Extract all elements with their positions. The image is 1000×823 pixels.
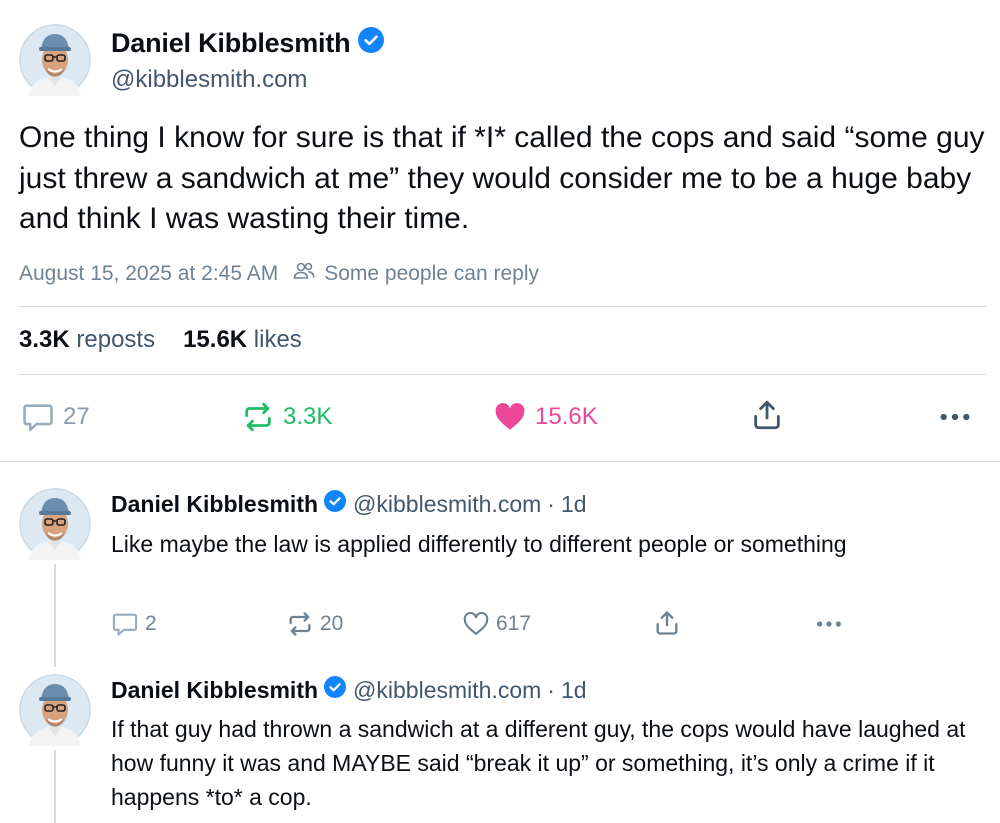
separator: · bbox=[547, 676, 555, 703]
author-handle[interactable]: @kibblesmith.com bbox=[353, 491, 541, 518]
like-count: 15.6K bbox=[535, 403, 598, 430]
likes-label: likes bbox=[253, 326, 302, 353]
repost-count: 20 bbox=[320, 612, 344, 635]
author-name[interactable]: Daniel Kibblesmith bbox=[111, 677, 318, 704]
like-button[interactable]: 617 bbox=[462, 610, 531, 638]
divider bbox=[19, 374, 986, 375]
likes-count-link[interactable]: 15.6K likes bbox=[183, 326, 302, 354]
divider bbox=[19, 306, 986, 307]
repost-count: 3.3K bbox=[283, 403, 333, 430]
reply-header: Daniel Kibblesmith @kibblesmith.com · 1d bbox=[111, 676, 587, 704]
thread-line bbox=[54, 564, 56, 667]
post-meta: August 15, 2025 at 2:45 AM Some people c… bbox=[19, 259, 539, 289]
heart-icon bbox=[493, 400, 527, 434]
like-count: 617 bbox=[496, 612, 532, 635]
repost-button[interactable]: 3.3K bbox=[241, 400, 332, 434]
section-divider bbox=[0, 461, 1000, 462]
post-text: One thing I know for sure is that if *I*… bbox=[19, 121, 985, 235]
comment-icon bbox=[21, 400, 55, 434]
reply-header: Daniel Kibblesmith @kibblesmith.com · 1d bbox=[111, 490, 587, 518]
repost-button[interactable]: 20 bbox=[286, 610, 343, 638]
avatar[interactable] bbox=[19, 488, 91, 560]
more-options-button[interactable] bbox=[815, 610, 849, 638]
share-button[interactable] bbox=[653, 609, 687, 637]
thread-line bbox=[54, 750, 56, 823]
share-button[interactable] bbox=[750, 398, 792, 432]
likes-count: 15.6K bbox=[183, 326, 248, 353]
share-icon bbox=[653, 609, 681, 637]
verified-badge-icon[interactable] bbox=[358, 27, 384, 60]
author-name-row: Daniel Kibblesmith bbox=[111, 27, 384, 60]
author-handle[interactable]: @kibblesmith.com bbox=[111, 66, 307, 94]
like-button[interactable]: 15.6K bbox=[493, 400, 598, 434]
repost-icon bbox=[286, 610, 314, 638]
post-text: If that guy had thrown a sandwich at a d… bbox=[111, 716, 966, 810]
reply-count: 27 bbox=[63, 403, 90, 430]
reply-count: 2 bbox=[145, 612, 157, 635]
reply-button[interactable]: 2 bbox=[111, 610, 157, 638]
avatar[interactable] bbox=[19, 674, 91, 746]
post-time[interactable]: 1d bbox=[561, 677, 587, 704]
avatar-image bbox=[19, 24, 91, 96]
verified-badge-icon[interactable] bbox=[324, 490, 346, 518]
avatar-image bbox=[19, 488, 91, 560]
author-handle[interactable]: @kibblesmith.com bbox=[353, 677, 541, 704]
reposts-count-link[interactable]: 3.3K reposts bbox=[19, 326, 155, 354]
reposts-label: reposts bbox=[76, 326, 156, 353]
post-actions: 27 3.3K 15.6K bbox=[0, 398, 1000, 438]
more-icon bbox=[938, 400, 972, 434]
post-timestamp: August 15, 2025 at 2:45 AM bbox=[19, 262, 279, 285]
post-time[interactable]: 1d bbox=[561, 491, 587, 518]
more-icon bbox=[815, 610, 843, 638]
author-name[interactable]: Daniel Kibblesmith bbox=[111, 491, 318, 518]
separator: · bbox=[547, 490, 555, 517]
people-icon bbox=[292, 259, 316, 289]
author-name[interactable]: Daniel Kibblesmith bbox=[111, 28, 351, 59]
repost-icon bbox=[241, 400, 275, 434]
reply-setting[interactable]: Some people can reply bbox=[324, 262, 539, 286]
engagement-counts: 3.3K reposts 15.6K likes bbox=[19, 326, 302, 354]
post-text: Like maybe the law is applied differentl… bbox=[111, 531, 847, 557]
more-options-button[interactable] bbox=[938, 400, 980, 434]
heart-icon bbox=[462, 610, 490, 638]
reply-button[interactable]: 27 bbox=[21, 400, 90, 434]
reposts-count: 3.3K bbox=[19, 326, 70, 353]
share-icon bbox=[750, 398, 784, 432]
verified-badge-icon[interactable] bbox=[324, 676, 346, 704]
avatar-image bbox=[19, 674, 91, 746]
avatar[interactable] bbox=[19, 24, 91, 96]
comment-icon bbox=[111, 610, 139, 638]
